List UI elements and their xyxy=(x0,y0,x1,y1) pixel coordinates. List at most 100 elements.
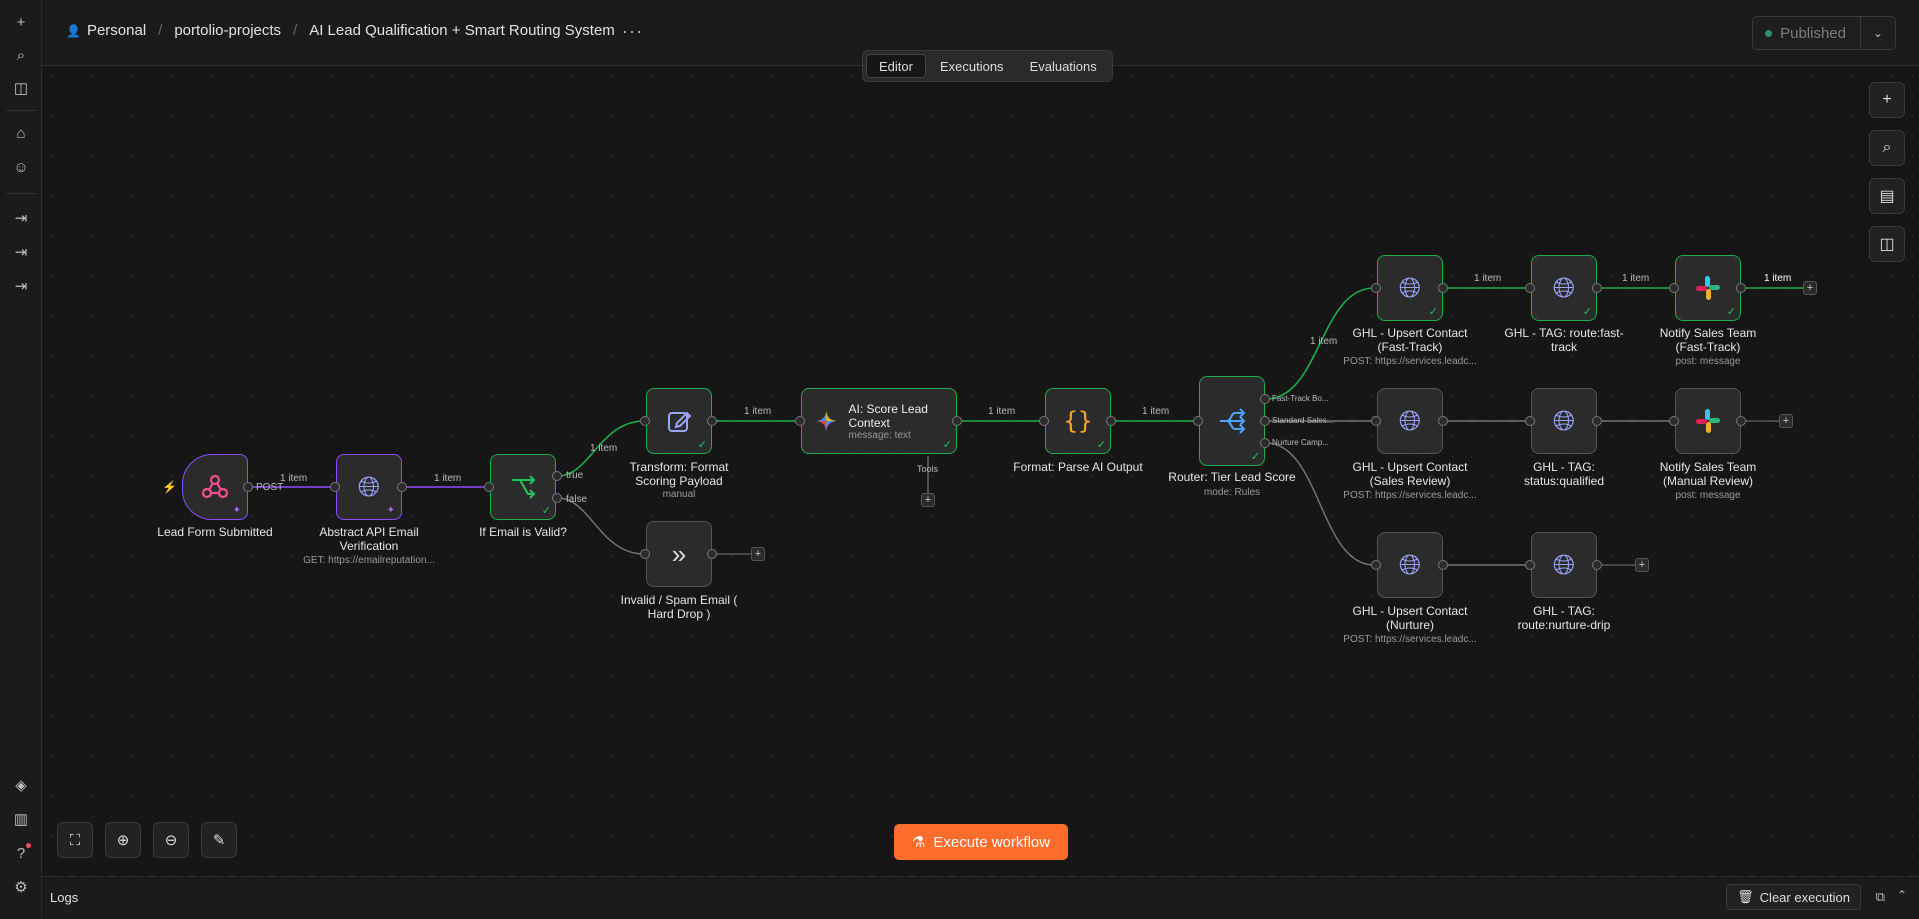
node-ghl-upsert-review[interactable]: 🌐︎ xyxy=(1377,388,1443,454)
node-ghl-tag-fast[interactable]: 🌐︎ ✓ xyxy=(1531,255,1597,321)
templates-icon[interactable]: ◈ xyxy=(9,773,33,797)
tab-editor[interactable]: Editor xyxy=(866,54,926,78)
node-ghl-tag-review[interactable]: 🌐︎ xyxy=(1531,388,1597,454)
output-port[interactable] xyxy=(243,482,253,492)
node-ghl-upsert-nurture[interactable]: 🌐︎ xyxy=(1377,532,1443,598)
clear-execution-button[interactable]: 🗑︎ Clear execution xyxy=(1726,884,1861,910)
add-node-button[interactable]: + xyxy=(1635,558,1649,572)
output-port[interactable] xyxy=(1592,560,1602,570)
chevron-up-icon[interactable]: ⌃ xyxy=(1897,888,1907,902)
output-port[interactable] xyxy=(952,416,962,426)
input-port[interactable] xyxy=(1525,283,1535,293)
add-icon[interactable]: + xyxy=(9,10,33,34)
flask-icon: ⚗ xyxy=(911,834,926,851)
node-parse-ai-output[interactable]: {} ✓ xyxy=(1045,388,1111,454)
output-port[interactable] xyxy=(1438,283,1448,293)
more-options-button[interactable]: ··· xyxy=(622,21,643,42)
sign-in-icon-2[interactable]: ⇥ xyxy=(9,240,33,264)
input-port[interactable] xyxy=(640,549,650,559)
help-icon[interactable]: ? xyxy=(9,841,33,865)
input-port[interactable] xyxy=(1371,560,1381,570)
node-slack-review[interactable] xyxy=(1675,388,1741,454)
logs-panel[interactable]: Logs 🗑︎ Clear execution ⧉ ⌃ xyxy=(42,876,1919,919)
edge-label-item: 1 item xyxy=(1622,273,1650,284)
input-port[interactable] xyxy=(1371,416,1381,426)
output-port-false[interactable] xyxy=(552,493,562,503)
output-port-fast-track[interactable] xyxy=(1260,394,1270,404)
input-port[interactable] xyxy=(640,416,650,426)
published-button[interactable]: Published xyxy=(1753,17,1861,49)
insights-icon[interactable]: ▥ xyxy=(9,807,33,831)
input-port[interactable] xyxy=(1193,416,1203,426)
sign-in-icon[interactable]: ⇥ xyxy=(9,206,33,230)
output-port[interactable] xyxy=(397,482,407,492)
input-port[interactable] xyxy=(330,482,340,492)
output-port[interactable] xyxy=(1438,560,1448,570)
input-port[interactable] xyxy=(1039,416,1049,426)
node-invalid-spam[interactable]: » xyxy=(646,521,712,587)
output-port[interactable] xyxy=(1438,416,1448,426)
node-lead-form-submitted[interactable]: ✦ xyxy=(182,454,248,520)
output-port-true[interactable] xyxy=(552,471,562,481)
workflow-name[interactable]: AI Lead Qualification + Smart Routing Sy… xyxy=(309,22,615,39)
input-port[interactable] xyxy=(795,416,805,426)
fit-view-button[interactable]: ⛶ xyxy=(57,822,93,858)
input-port[interactable] xyxy=(484,482,494,492)
zoom-in-button[interactable]: ⊕ xyxy=(105,822,141,858)
check-icon: ✓ xyxy=(1250,451,1260,463)
add-node-button[interactable]: + xyxy=(1803,281,1817,295)
user-icon[interactable]: ☺ xyxy=(9,155,33,179)
input-port[interactable] xyxy=(1525,560,1535,570)
add-node-panel-button[interactable]: + xyxy=(1869,82,1905,118)
output-port[interactable] xyxy=(1592,283,1602,293)
node-ai-score-lead[interactable]: AI: Score Lead Context message: text ✓ xyxy=(801,388,957,454)
output-port[interactable] xyxy=(1592,416,1602,426)
node-if-email-valid[interactable]: ✓ xyxy=(490,454,556,520)
home-icon[interactable]: ⌂ xyxy=(9,121,33,145)
output-port[interactable] xyxy=(1736,416,1746,426)
search-icon[interactable]: ⌕ xyxy=(9,43,33,67)
output-port-standard[interactable] xyxy=(1260,416,1270,426)
globe-icon: 🌐︎ xyxy=(357,470,381,502)
tab-evaluations[interactable]: Evaluations xyxy=(1018,54,1109,78)
sticky-note-button[interactable]: ▤ xyxy=(1869,178,1905,214)
input-port[interactable] xyxy=(1525,416,1535,426)
output-port[interactable] xyxy=(707,549,717,559)
publish-control[interactable]: Published ⌄ xyxy=(1752,16,1896,50)
node-router[interactable]: ✓ xyxy=(1199,376,1265,466)
execute-workflow-button[interactable]: ⚗ Execute workflow xyxy=(894,824,1068,860)
output-port[interactable] xyxy=(1736,283,1746,293)
add-node-button[interactable]: + xyxy=(751,547,765,561)
node-label: GHL - Upsert Contact (Sales Review) xyxy=(1352,460,1468,488)
workflow-canvas[interactable] xyxy=(42,66,1919,876)
zoom-out-button[interactable]: ⊖ xyxy=(153,822,189,858)
output-port[interactable] xyxy=(707,416,717,426)
output-port[interactable] xyxy=(1106,416,1116,426)
breadcrumb-project[interactable]: portolio-projects xyxy=(174,22,281,39)
node-label: If Email is Valid? xyxy=(479,525,567,539)
input-port[interactable] xyxy=(1371,283,1381,293)
node-transform[interactable]: ✓ xyxy=(646,388,712,454)
add-tool-button[interactable]: + xyxy=(921,493,935,507)
add-node-button[interactable]: + xyxy=(1779,414,1793,428)
globe-icon: 🌐︎ xyxy=(1398,271,1422,303)
sign-in-icon-3[interactable]: ⇥ xyxy=(9,274,33,298)
chevron-down-icon[interactable]: ⌄ xyxy=(1861,17,1895,49)
pop-out-icon[interactable]: ⧉ xyxy=(1876,889,1885,905)
node-slack-fast[interactable]: ✓ xyxy=(1675,255,1741,321)
node-abstract-api[interactable]: 🌐︎ ✦ xyxy=(336,454,402,520)
toggle-panel-button[interactable]: ◫ xyxy=(1869,226,1905,262)
input-port[interactable] xyxy=(1669,283,1679,293)
search-nodes-button[interactable]: ⌕ xyxy=(1869,130,1905,166)
breadcrumb-owner[interactable]: Personal xyxy=(87,22,146,39)
node-ghl-upsert-fast[interactable]: 🌐︎ ✓ xyxy=(1377,255,1443,321)
pin-icon: ✦ xyxy=(232,505,241,516)
tidy-up-button[interactable]: ✎ xyxy=(201,822,237,858)
code-braces-icon: {} xyxy=(1063,407,1093,435)
input-port[interactable] xyxy=(1669,416,1679,426)
output-port-nurture[interactable] xyxy=(1260,438,1270,448)
node-ghl-tag-nurture[interactable]: 🌐︎ xyxy=(1531,532,1597,598)
tab-executions[interactable]: Executions xyxy=(928,54,1016,78)
collapse-sidebar-icon[interactable]: ◫ xyxy=(9,76,33,100)
settings-icon[interactable]: ⚙ xyxy=(9,875,33,899)
